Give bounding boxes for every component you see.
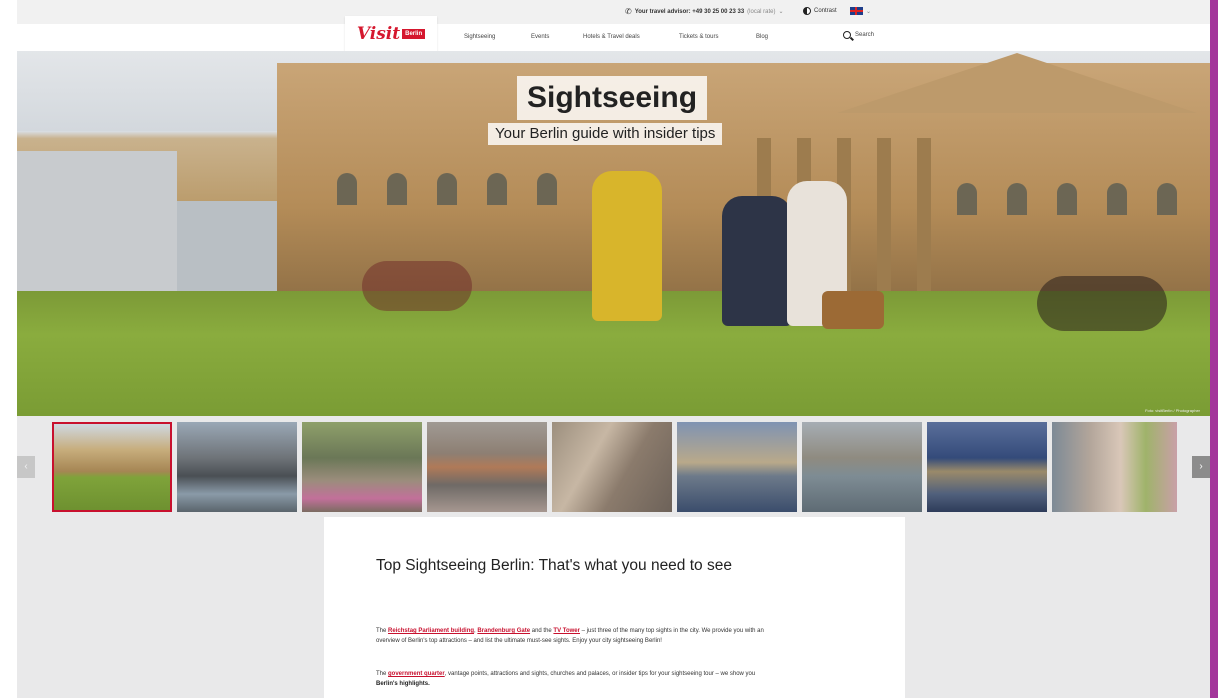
link-brandenburg-gate[interactable]: Brandenburg Gate bbox=[477, 628, 530, 634]
second-rest: , vantage points, attractions and sights… bbox=[444, 671, 756, 677]
uk-flag-icon bbox=[850, 7, 863, 15]
link-reichstag[interactable]: Reichstag Parliament building bbox=[388, 628, 474, 634]
window-frame-right bbox=[1210, 0, 1218, 698]
column bbox=[917, 138, 931, 298]
gallery-thumb-street[interactable] bbox=[302, 422, 422, 512]
nav-item-tickets[interactable]: Tickets & tours bbox=[679, 34, 718, 40]
link-tv-tower[interactable]: TV Tower bbox=[553, 628, 580, 634]
travel-advisor-phone[interactable]: ✆ Your travel advisor: +49 30 25 00 23 3… bbox=[625, 7, 784, 16]
gallery-thumb-skyline[interactable] bbox=[677, 422, 797, 512]
logo-berlin-text: Berlin bbox=[402, 29, 426, 39]
gallery-thumb-reichstag-river[interactable] bbox=[802, 422, 922, 512]
gallery-thumb-east-side[interactable] bbox=[1052, 422, 1177, 512]
contrast-icon bbox=[803, 7, 811, 15]
modern-building-2 bbox=[177, 201, 287, 291]
phone-icon: ✆ bbox=[625, 7, 632, 16]
window bbox=[1107, 183, 1127, 215]
gallery-thumb-museum-island[interactable] bbox=[927, 422, 1047, 512]
nav-item-events[interactable]: Events bbox=[531, 34, 549, 40]
second-lead: The bbox=[376, 671, 389, 677]
window bbox=[1007, 183, 1027, 215]
window bbox=[437, 173, 457, 205]
bicycle bbox=[1037, 276, 1167, 331]
gallery-thumb-reichstag[interactable] bbox=[52, 422, 172, 512]
thumbnail-gallery: ‹ › bbox=[17, 421, 1210, 514]
content-card: Top Sightseeing Berlin: That's what you … bbox=[324, 517, 905, 698]
content-heading: Top Sightseeing Berlin: That's what you … bbox=[376, 557, 732, 574]
bicycle bbox=[362, 261, 472, 311]
page: ✆ Your travel advisor: +49 30 25 00 23 3… bbox=[17, 0, 1210, 698]
person-dark-jacket bbox=[722, 196, 792, 326]
intro-lead: The bbox=[376, 628, 389, 634]
column bbox=[877, 138, 891, 298]
search-label: Search bbox=[855, 32, 875, 38]
language-selector[interactable]: ⌄ bbox=[850, 7, 871, 15]
gallery-thumb-river[interactable] bbox=[427, 422, 547, 512]
nav-item-blog[interactable]: Blog bbox=[756, 34, 768, 40]
nav-item-sightseeing[interactable]: Sightseeing bbox=[464, 34, 495, 40]
intro-paragraph: The Reichstag Parliament building, Brand… bbox=[376, 626, 776, 646]
phone-label: Your travel advisor: +49 30 25 00 23 33 bbox=[634, 8, 745, 15]
main-navigation: Visit Berlin Sightseeing Events Hotels &… bbox=[17, 16, 1210, 52]
logo-visit-text: Visit bbox=[356, 24, 401, 44]
gallery-thumb-mural[interactable] bbox=[552, 422, 672, 512]
gallery-thumb-brandenburg-gate[interactable] bbox=[177, 422, 297, 512]
window bbox=[487, 173, 507, 205]
picnic-basket bbox=[822, 291, 884, 329]
phone-note: (local rate) bbox=[747, 8, 776, 15]
person-yellow-shirt bbox=[592, 171, 662, 321]
search-button[interactable]: Search bbox=[843, 31, 874, 39]
contrast-toggle[interactable]: Contrast bbox=[803, 7, 837, 15]
contrast-label: Contrast bbox=[814, 8, 837, 14]
photo-credit: Foto: visitBerlin / Photographer bbox=[1145, 408, 1200, 413]
modern-building bbox=[17, 151, 177, 291]
window bbox=[1157, 183, 1177, 215]
chevron-down-icon: ⌄ bbox=[866, 8, 872, 15]
separator: and the bbox=[530, 628, 554, 634]
visit-berlin-logo[interactable]: Visit Berlin bbox=[345, 16, 437, 52]
utility-bar: ✆ Your travel advisor: +49 30 25 00 23 3… bbox=[17, 0, 1210, 24]
window bbox=[957, 183, 977, 215]
hero-subtitle: Your Berlin guide with insider tips bbox=[488, 123, 723, 145]
gallery-prev-button[interactable]: ‹ bbox=[17, 456, 35, 478]
second-paragraph: The government quarter, vantage points, … bbox=[376, 669, 776, 689]
window bbox=[1057, 183, 1077, 215]
gallery-next-button[interactable]: › bbox=[1192, 456, 1210, 478]
nav-item-hotels[interactable]: Hotels & Travel deals bbox=[583, 34, 640, 40]
window bbox=[337, 173, 357, 205]
window bbox=[387, 173, 407, 205]
search-icon bbox=[843, 31, 851, 39]
chevron-down-icon: ⌄ bbox=[778, 9, 784, 15]
link-government-quarter[interactable]: government quarter bbox=[388, 671, 445, 677]
window bbox=[537, 173, 557, 205]
highlights-bold: Berlin's highlights. bbox=[376, 681, 430, 687]
hero-title: Sightseeing bbox=[517, 76, 708, 120]
